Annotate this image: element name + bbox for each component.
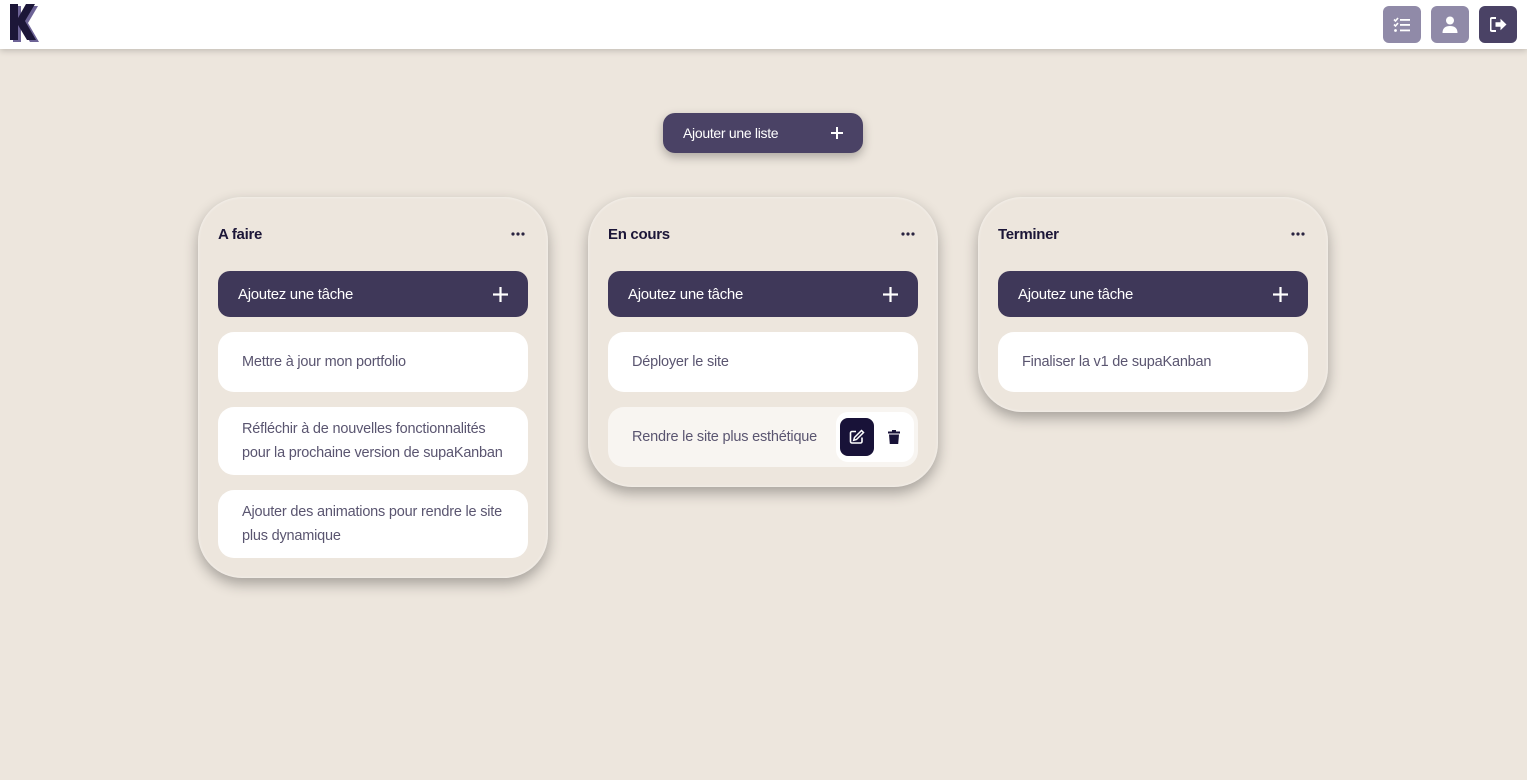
- more-options-icon[interactable]: [898, 224, 918, 244]
- task-card[interactable]: Déployer le site: [608, 332, 918, 392]
- task-card[interactable]: Rendre le site plus esthétique: [608, 407, 918, 467]
- task-text: Finaliser la v1 de supaKanban: [1022, 354, 1212, 370]
- task-card[interactable]: Ajouter des animations pour rendre le si…: [218, 490, 528, 558]
- logout-button[interactable]: [1479, 6, 1517, 43]
- list-header: A faire: [218, 197, 528, 271]
- delete-task-button[interactable]: [880, 418, 908, 456]
- task-card[interactable]: Réfléchir à de nouvelles fonctionnalités…: [218, 407, 528, 475]
- task-text: Réfléchir à de nouvelles fonctionnalités…: [242, 421, 503, 461]
- add-task-button[interactable]: Ajoutez une tâche: [998, 271, 1308, 317]
- add-task-label: Ajoutez une tâche: [238, 285, 353, 303]
- user-icon: [1442, 16, 1458, 33]
- add-list-button[interactable]: Ajouter une liste: [663, 113, 863, 153]
- add-task-button[interactable]: Ajoutez une tâche: [218, 271, 528, 317]
- list-title: A faire: [218, 225, 263, 243]
- edit-icon: [849, 429, 865, 444]
- top-bar: [0, 0, 1527, 49]
- plus-icon: [831, 127, 843, 139]
- header-actions: [1383, 6, 1517, 43]
- plus-icon: [493, 286, 508, 302]
- list-a-faire: A faire Ajoutez une tâche Mettre à jour …: [198, 197, 548, 578]
- task-text: Ajouter des animations pour rendre le si…: [242, 504, 502, 544]
- list-header: En cours: [608, 197, 918, 271]
- more-options-icon[interactable]: [508, 224, 528, 244]
- list-header: Terminer: [998, 197, 1308, 271]
- more-options-icon[interactable]: [1288, 224, 1308, 244]
- task-text: Déployer le site: [632, 354, 729, 370]
- plus-icon: [883, 286, 898, 302]
- task-text: Rendre le site plus esthétique: [632, 429, 818, 445]
- task-text: Mettre à jour mon portfolio: [242, 354, 406, 370]
- add-task-label: Ajoutez une tâche: [628, 285, 743, 303]
- list-title: En cours: [608, 225, 670, 243]
- checklist-icon: [1393, 16, 1410, 32]
- trash-icon: [888, 430, 900, 444]
- logout-icon: [1489, 17, 1506, 32]
- list-terminer: Terminer Ajoutez une tâche Finaliser la …: [978, 197, 1328, 412]
- list-en-cours: En cours Ajoutez une tâche Déployer le s…: [588, 197, 938, 487]
- logo-icon[interactable]: [8, 4, 40, 44]
- add-task-button[interactable]: Ajoutez une tâche: [608, 271, 918, 317]
- task-card[interactable]: Mettre à jour mon portfolio: [218, 332, 528, 392]
- add-list-label: Ajouter une liste: [683, 125, 779, 141]
- task-actions: [836, 412, 914, 462]
- edit-task-button[interactable]: [840, 418, 874, 456]
- task-card[interactable]: Finaliser la v1 de supaKanban: [998, 332, 1308, 392]
- tasks-button[interactable]: [1383, 6, 1421, 43]
- profile-button[interactable]: [1431, 6, 1469, 43]
- plus-icon: [1273, 286, 1288, 302]
- add-task-label: Ajoutez une tâche: [1018, 285, 1133, 303]
- list-title: Terminer: [998, 225, 1059, 243]
